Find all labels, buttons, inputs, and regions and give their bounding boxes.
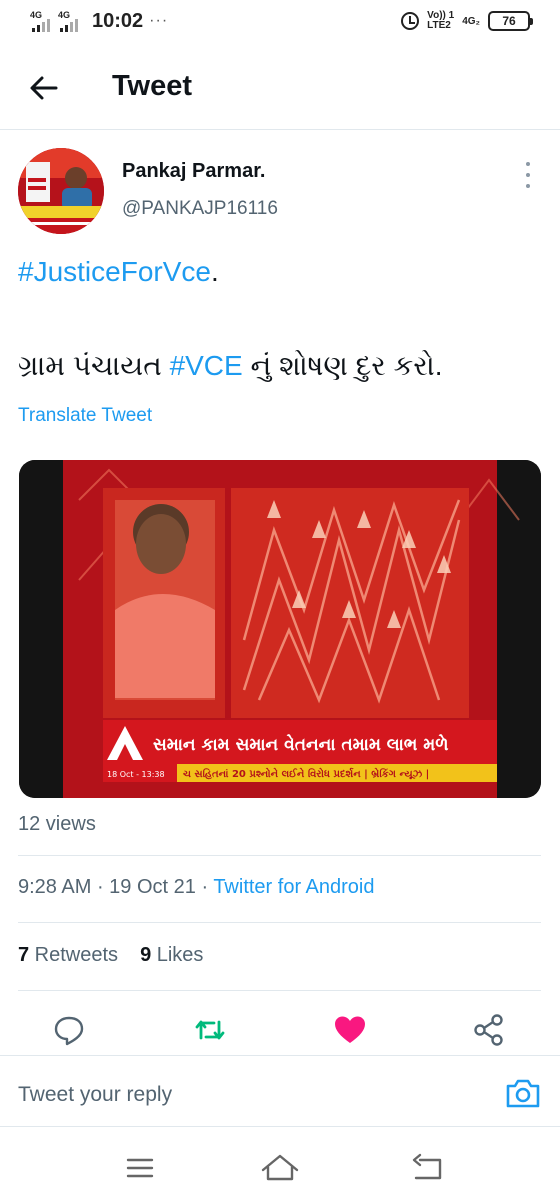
reply-composer: Tweet your reply (0, 1055, 560, 1127)
tweet-source-link[interactable]: Twitter for Android (213, 876, 374, 898)
tweet-text-line-2: ગ્રામ પંચાયત #VCE નું શોષણ દુર કરો. (18, 350, 443, 381)
tweet-date: 19 Oct 21 (109, 876, 196, 898)
reply-icon[interactable] (51, 1012, 87, 1048)
home-icon[interactable] (260, 1150, 300, 1186)
tweet-actions (0, 1006, 560, 1054)
status-bar: 4G 4G 10:02 ··· Vo)) 1 LTE2 4G₂ 76 (0, 0, 560, 44)
hashtag-link[interactable]: #JusticeForVce (18, 256, 211, 287)
more-options-icon[interactable] (520, 162, 536, 188)
tweet-time: 9:28 AM (18, 876, 92, 898)
views-count[interactable]: 12 views (18, 813, 96, 836)
author-handle[interactable]: @PANKAJP16116 (122, 198, 278, 220)
alarm-icon (401, 12, 420, 30)
tweet-media-image[interactable]: સમાન કામ સમાન વેતનના તમામ લાભ મળે 18 Oct… (19, 460, 541, 798)
back-icon[interactable] (406, 1150, 446, 1186)
share-icon[interactable] (471, 1012, 507, 1048)
more-notifications-icon: ··· (149, 12, 169, 29)
status-time: 10:02 (92, 10, 144, 32)
camera-icon[interactable] (504, 1076, 542, 1110)
retweet-icon[interactable] (192, 1012, 228, 1048)
divider (18, 855, 541, 856)
divider (18, 922, 541, 923)
retweets-link[interactable]: 7 Retweets (18, 944, 118, 966)
tweet-meta: 9:28 AM · 19 Oct 21 · Twitter for Androi… (18, 876, 375, 898)
app-header: Tweet (0, 44, 560, 130)
tweet-text-line-1: #JusticeForVce. (18, 256, 219, 287)
arrow-left-icon[interactable] (26, 70, 62, 106)
reply-input[interactable]: Tweet your reply (18, 1083, 172, 1107)
network-type: 4G₂ (462, 15, 480, 27)
system-nav-bar (0, 1136, 560, 1200)
battery-icon: 76 (488, 11, 533, 31)
media-ticker-headline: સમાન કામ સમાન વેતનના તમામ લાભ મળે (153, 733, 449, 755)
signal-icon: 4G (30, 10, 52, 32)
avatar[interactable] (18, 148, 104, 234)
hashtag-link[interactable]: #VCE (170, 350, 243, 381)
tweet-stats: 7 Retweets 9 Likes (18, 944, 203, 967)
heart-icon[interactable] (332, 1012, 368, 1048)
volte-indicator: Vo)) 1 LTE2 (427, 10, 455, 31)
author-name[interactable]: Pankaj Parmar. (122, 160, 265, 183)
page-title: Tweet (112, 70, 193, 102)
media-ticker-date: 18 Oct - 13:38 (107, 770, 165, 779)
divider (18, 990, 541, 991)
media-ticker-sub: ચ સહિતનાં 20 પ્રશ્નોને લઈને વિરોધ પ્રદર્… (183, 766, 429, 781)
signal-icon: 4G (58, 10, 80, 32)
menu-icon[interactable] (120, 1150, 160, 1186)
likes-link[interactable]: 9 Likes (140, 944, 203, 966)
translate-tweet-link[interactable]: Translate Tweet (18, 405, 152, 427)
